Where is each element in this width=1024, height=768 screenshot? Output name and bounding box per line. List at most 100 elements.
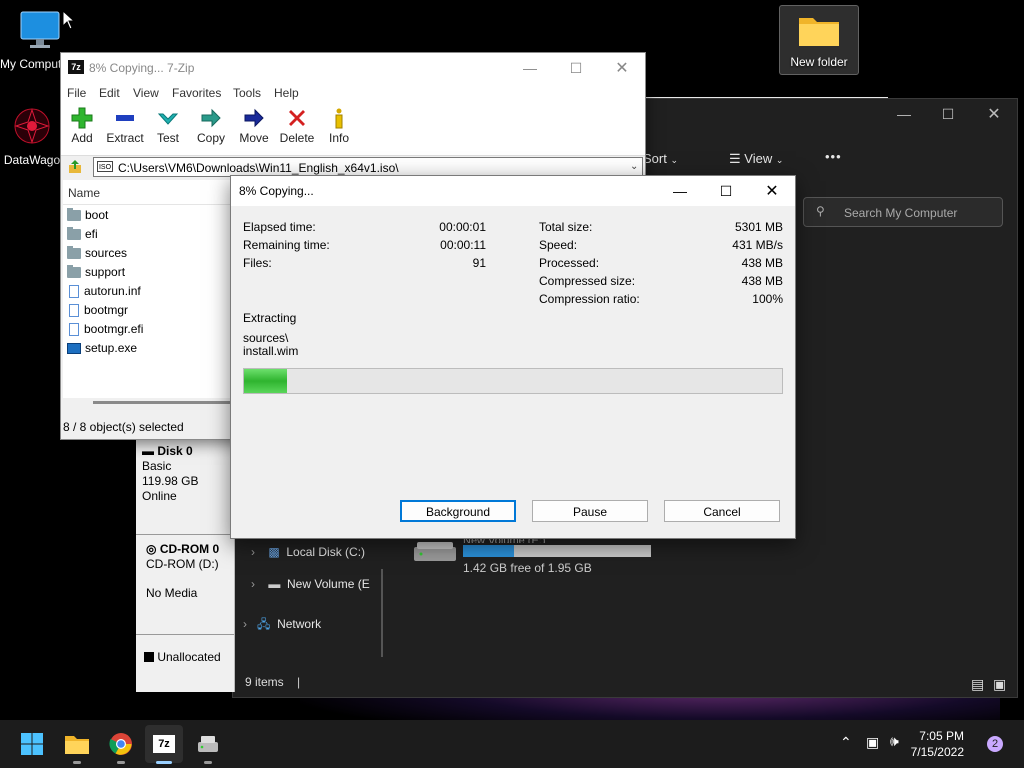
maximize-button[interactable]: ☐ (925, 99, 971, 129)
disk0-info[interactable]: ▬ Disk 0 Basic 119.98 GB Online (142, 444, 198, 504)
cdrom0-info[interactable]: ◎ CD-ROM 0 CD-ROM (D:) No Media (146, 542, 219, 601)
background-button[interactable]: Background (400, 500, 516, 522)
menu-favorites[interactable]: Favorites (172, 86, 221, 100)
list-item[interactable]: bootmgr (67, 301, 143, 320)
minimize-button[interactable]: — (881, 99, 927, 129)
sevenzip-titlebar[interactable]: 7z 8% Copying... 7-Zip — ☐ ✕ (61, 53, 645, 83)
column-header-name[interactable]: Name (63, 180, 231, 205)
view-button[interactable]: ☰ View ⌄ (729, 151, 783, 167)
close-button[interactable]: ✕ (599, 53, 645, 83)
toolbar: Add Extract Test Copy Move Delete Info (61, 103, 645, 156)
network-icon[interactable]: ▣ (866, 734, 879, 751)
disk0-title: Disk 0 (157, 444, 193, 458)
menu-help[interactable]: Help (274, 86, 299, 100)
up-folder-icon[interactable] (67, 159, 83, 175)
start-button[interactable] (13, 725, 51, 763)
list-item[interactable]: support (67, 263, 143, 282)
delete-label: Delete (279, 131, 315, 145)
more-options-button[interactable]: ••• (825, 149, 842, 164)
status-divider: | (297, 675, 301, 689)
disk0-size: 119.98 GB (142, 474, 199, 488)
address-field[interactable]: ISO C:\Users\VM6\Downloads\Win11_English… (93, 157, 643, 177)
sort-button[interactable]: Sort ⌄ (643, 151, 678, 166)
minimize-button[interactable]: — (507, 53, 553, 83)
test-label: Test (156, 131, 179, 145)
menu-tools[interactable]: Tools (233, 86, 261, 100)
nav-item-new-volume[interactable]: › ▬ New Volume (E (251, 571, 370, 597)
drive-usage-fill (463, 545, 514, 557)
menu-file[interactable]: File (67, 86, 86, 100)
file-name: sources (85, 246, 128, 260)
check-icon (157, 113, 179, 125)
desktop-icon-new-folder[interactable]: New folder (779, 5, 859, 75)
processed-label: Processed: (539, 256, 600, 270)
add-label: Add (71, 131, 93, 145)
notification-badge[interactable]: 2 (987, 736, 1003, 752)
close-button[interactable]: ✕ (749, 176, 795, 206)
running-indicator (117, 761, 125, 764)
dialog-titlebar[interactable]: 8% Copying... — ☐ ✕ (231, 176, 795, 206)
taskbar-7zip[interactable]: 7z (145, 725, 183, 764)
volume-icon[interactable]: 🕪 (890, 733, 899, 750)
info-button[interactable]: Info (325, 105, 353, 145)
maximize-button[interactable]: ☐ (553, 53, 599, 83)
clock[interactable]: 7:05 PM 7/15/2022 (911, 728, 964, 760)
maximize-button[interactable]: ☐ (703, 176, 749, 206)
minimize-button[interactable]: — (657, 176, 703, 206)
list-item[interactable]: autorun.inf (67, 282, 143, 301)
running-indicator (204, 761, 212, 764)
exe-icon (67, 343, 81, 354)
desktop-icon-label: My Computer (0, 57, 60, 71)
view-menu-icon: ☰ (729, 151, 741, 166)
nav-scrollbar[interactable] (381, 569, 383, 657)
drive-tile-new-volume[interactable]: New Volume (E:) 1.42 GB free of 1.95 GB (413, 535, 673, 575)
compression-ratio-value: 100% (752, 292, 783, 306)
nav-item-local-disk[interactable]: › ▩ Local Disk (C:) (251, 539, 365, 565)
list-item[interactable]: boot (67, 206, 143, 225)
plus-icon (71, 107, 93, 129)
desktop-icon-datawago[interactable]: DataWago (0, 104, 64, 167)
list-item[interactable]: setup.exe (67, 339, 143, 358)
copy-button[interactable]: Copy (195, 105, 227, 145)
taskbar-chrome[interactable] (102, 725, 140, 764)
current-file: install.wim (243, 344, 299, 358)
pause-button[interactable]: Pause (532, 500, 648, 522)
files-value: 91 (472, 256, 486, 270)
chevron-down-icon[interactable]: ⌄ (630, 161, 638, 172)
disk-drive-icon: ▬ (142, 444, 154, 458)
tiles-view-icon[interactable]: ▣ (993, 676, 1006, 693)
delete-button[interactable]: Delete (279, 105, 315, 145)
folder-icon (67, 227, 81, 240)
clock-date: 7/15/2022 (910, 745, 964, 759)
column-header-label: Name (68, 186, 101, 200)
copy-label: Copy (196, 131, 225, 145)
horizontal-scrollbar[interactable] (63, 398, 231, 408)
taskbar-file-explorer[interactable] (58, 725, 96, 764)
extract-button[interactable]: Extract (105, 105, 145, 145)
delete-x-icon (289, 110, 305, 126)
compression-ratio-label: Compression ratio: (539, 292, 640, 306)
cancel-button[interactable]: Cancel (664, 500, 780, 522)
scrollbar-thumb[interactable] (93, 401, 231, 404)
mouse-cursor-icon (62, 10, 76, 30)
menu-view[interactable]: View (133, 86, 159, 100)
menu-edit[interactable]: Edit (99, 86, 120, 100)
details-view-icon[interactable]: ▤ (971, 676, 984, 693)
drive-free-space: 1.42 GB free of 1.95 GB (463, 561, 592, 575)
search-box[interactable]: ⚲ Search My Computer (803, 197, 1003, 227)
list-item[interactable]: sources (67, 244, 143, 263)
file-rows: boot efi sources support autorun.inf boo… (67, 206, 143, 358)
file-name: support (85, 265, 126, 279)
nav-item-network[interactable]: › 🖧 Network (243, 611, 321, 637)
add-button[interactable]: Add (67, 105, 97, 145)
disk0-state: Online (142, 489, 177, 503)
test-button[interactable]: Test (153, 105, 183, 145)
hard-drive-icon (414, 542, 456, 561)
close-button[interactable]: ✕ (971, 99, 1017, 129)
taskbar-disk-management[interactable] (189, 725, 227, 764)
chevron-up-icon[interactable]: ⌃ (840, 734, 852, 751)
settings-file-icon (69, 285, 79, 298)
list-item[interactable]: efi (67, 225, 143, 244)
move-button[interactable]: Move (237, 105, 271, 145)
list-item[interactable]: bootmgr.efi (67, 320, 143, 339)
